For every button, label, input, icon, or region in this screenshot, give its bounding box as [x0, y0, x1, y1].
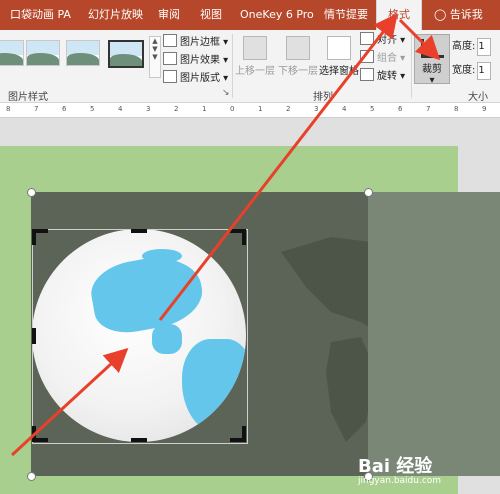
tab-slideshow[interactable]: 幻灯片放映	[88, 0, 143, 30]
gallery-scroll[interactable]: ▲ ▼ ▼	[149, 36, 161, 78]
align-label: 对齐	[377, 35, 397, 46]
picture-border-button[interactable]: 图片边框 ▾	[163, 34, 228, 50]
baidu-watermark: Bai 经验 jingyan.baidu.com	[358, 452, 476, 490]
send-backward-button[interactable]: 下移一层	[277, 36, 319, 77]
rotate-label: 旋转	[377, 71, 397, 82]
resize-handle[interactable]	[364, 188, 373, 197]
send-backward-label: 下移一层	[278, 66, 318, 77]
height-input[interactable]: 1	[477, 38, 492, 56]
picture-style-thumb[interactable]	[26, 40, 60, 66]
tell-me-label: 告诉我	[449, 8, 483, 21]
dialog-launcher-icon[interactable]: ↘	[222, 88, 230, 98]
group-icon	[360, 50, 374, 63]
picture-style-thumb[interactable]	[66, 40, 100, 66]
width-field[interactable]: 宽度: 1	[452, 62, 492, 80]
picture-layout-icon	[163, 70, 177, 83]
bring-forward-label: 上移一层	[235, 66, 275, 77]
align-icon	[360, 32, 374, 45]
bring-forward-icon	[243, 36, 267, 60]
resize-handle[interactable]	[27, 472, 36, 481]
resize-handle[interactable]	[27, 188, 36, 197]
width-label: 宽度:	[452, 65, 476, 76]
width-input[interactable]: 1	[477, 62, 492, 80]
selection-pane-button[interactable]: 选择窗格	[318, 36, 360, 77]
ribbon-tab-bar: 口袋动画 PA 幻灯片放映 审阅 视图 OneKey 6 Pro 情节提要 格式…	[0, 0, 500, 30]
crop-button[interactable]: 裁剪 ▾	[414, 34, 450, 86]
tab-onekey[interactable]: OneKey 6 Pro	[240, 0, 314, 30]
tab-format[interactable]: 格式	[376, 0, 422, 30]
watermark-text: Bai 经验	[358, 456, 433, 477]
rotate-button[interactable]: 旋转 ▾	[360, 68, 405, 84]
group-label: 组合	[377, 53, 397, 64]
rotate-icon	[360, 68, 374, 81]
picture-style-thumb-selected[interactable]	[108, 40, 144, 68]
picture-effects-label: 图片效果	[180, 55, 220, 66]
format-ribbon: ▲ ▼ ▼ 图片边框 ▾ 图片效果 ▾ 图片版式 ▾ 上移一层 下移一层 选择窗格 …	[0, 30, 500, 103]
watermark-url: jingyan.baidu.com	[358, 476, 442, 486]
crop-handle-bottom[interactable]	[131, 438, 147, 442]
crop-handle-bottom-left[interactable]	[32, 426, 36, 442]
group-button[interactable]: 组合 ▾	[360, 50, 405, 66]
arrange-group-label: 排列	[313, 92, 333, 103]
tab-storyboard[interactable]: 情节提要	[324, 0, 368, 30]
picture-effects-button[interactable]: 图片效果 ▾	[163, 52, 228, 68]
send-backward-icon	[286, 36, 310, 60]
tell-me-search[interactable]: ◯ 告诉我	[434, 0, 483, 30]
crop-handle-bottom-right[interactable]	[242, 426, 246, 442]
height-field[interactable]: 高度: 1	[452, 38, 492, 56]
tab-review[interactable]: 审阅	[158, 0, 180, 30]
size-group-label: 大小	[468, 92, 488, 103]
selection-pane-label: 选择窗格	[319, 66, 359, 77]
align-button[interactable]: 对齐 ▾	[360, 32, 405, 48]
crop-handle-top-left[interactable]	[32, 229, 36, 245]
lightbulb-icon: ◯	[434, 8, 447, 21]
crop-region[interactable]	[32, 229, 248, 444]
tab-view[interactable]: 视图	[200, 0, 222, 30]
tab-pocket-animation[interactable]: 口袋动画 PA	[10, 0, 71, 30]
crop-handle-top[interactable]	[131, 229, 147, 233]
picture-effects-icon	[163, 52, 177, 65]
crop-label: 裁剪	[422, 64, 442, 75]
picture-border-label: 图片边框	[180, 37, 220, 48]
group-separator	[411, 34, 412, 98]
picture-border-icon	[163, 34, 177, 47]
picture-layout-label: 图片版式	[180, 73, 220, 84]
picture-styles-group-label: 图片样式	[8, 92, 48, 103]
picture-style-thumb[interactable]	[0, 40, 24, 66]
crop-handle-left[interactable]	[32, 328, 36, 344]
cropped-out-region	[368, 192, 500, 476]
selection-pane-icon	[327, 36, 351, 60]
bring-forward-button[interactable]: 上移一层	[234, 36, 276, 77]
group-separator	[232, 34, 233, 98]
height-label: 高度:	[452, 41, 476, 52]
crop-handle-top-right[interactable]	[242, 229, 246, 245]
picture-layout-button[interactable]: 图片版式 ▾	[163, 70, 228, 86]
crop-icon	[420, 39, 444, 58]
horizontal-ruler: 8765 4321 0123 456789	[0, 103, 500, 118]
